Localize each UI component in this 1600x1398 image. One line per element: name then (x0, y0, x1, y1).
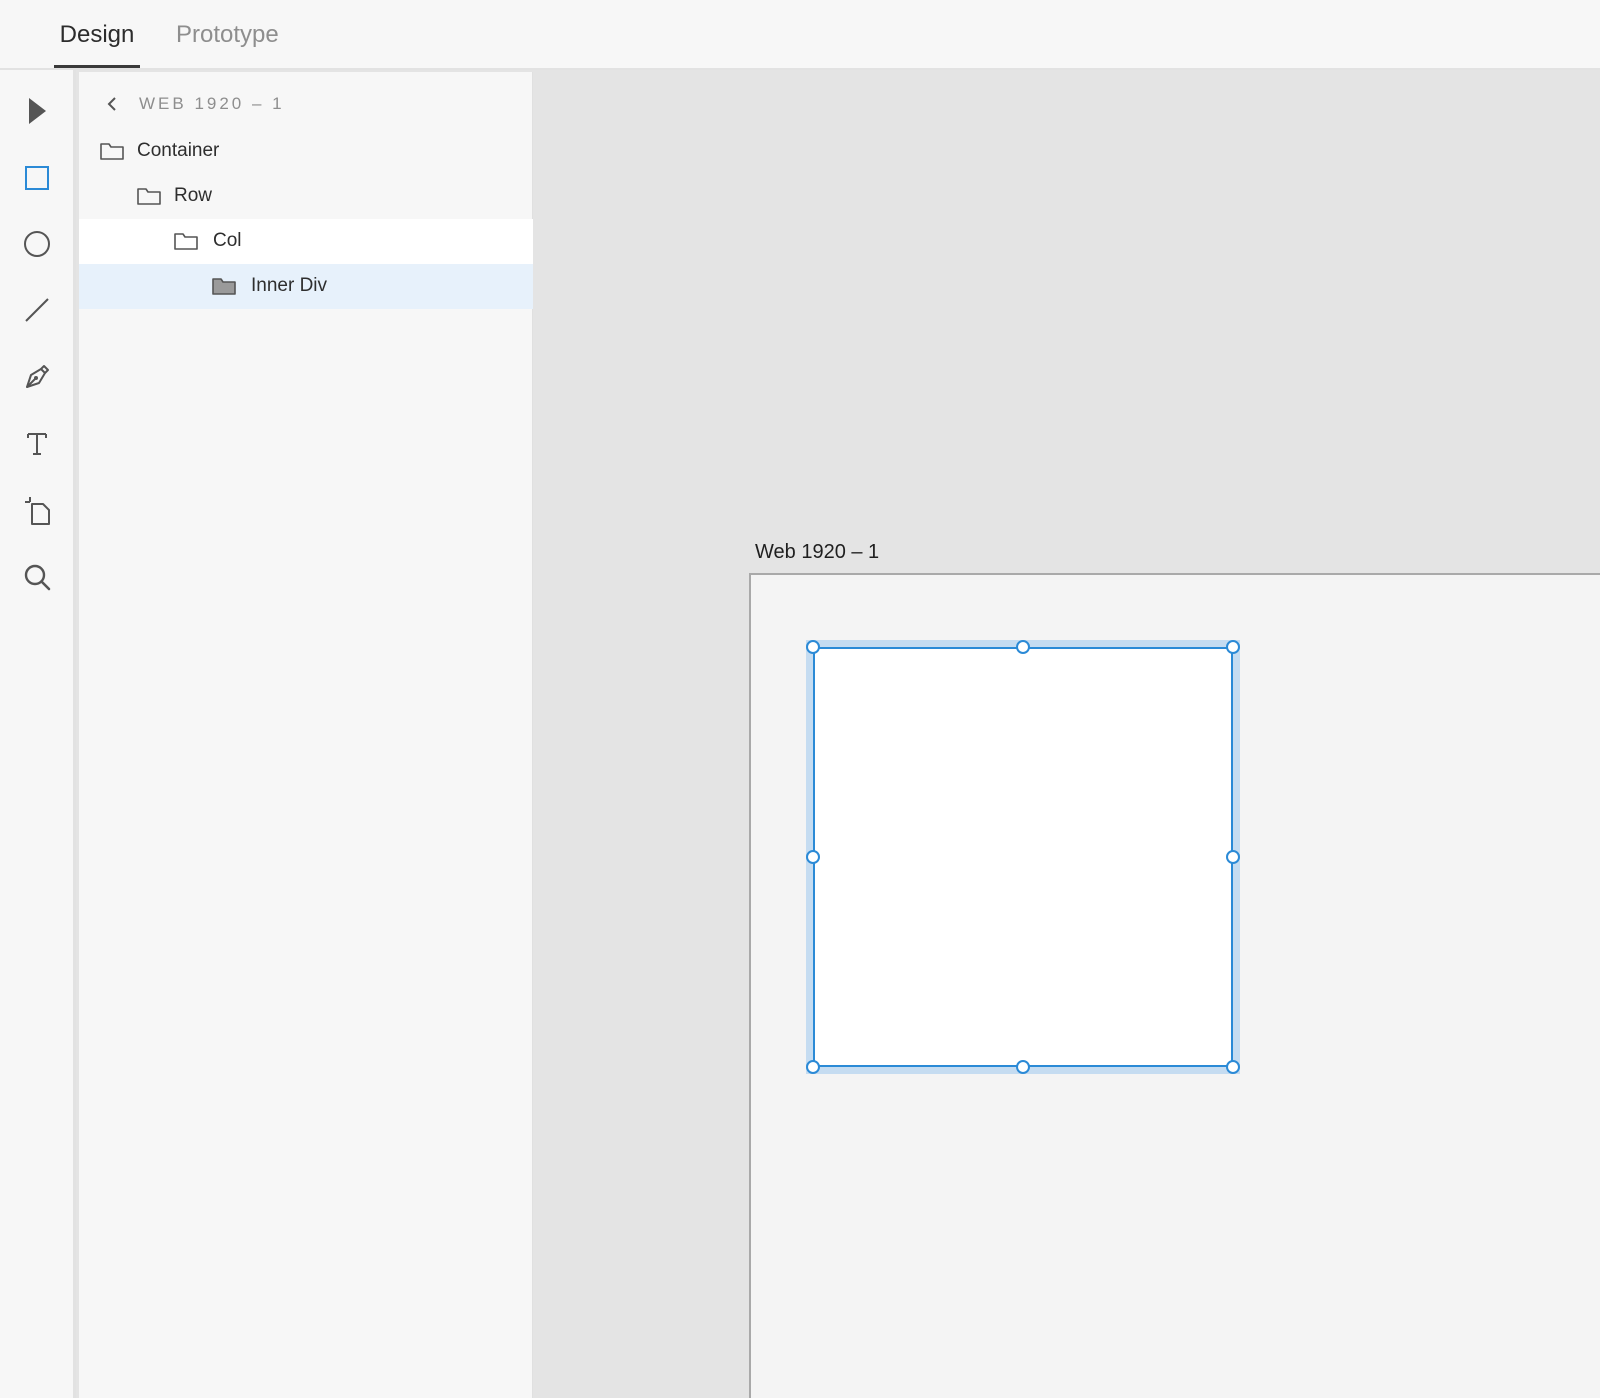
resize-handle-bottom-left[interactable] (806, 1060, 820, 1074)
layer-label: Col (213, 230, 242, 251)
resize-handle-top[interactable] (1016, 640, 1030, 654)
design-canvas[interactable]: Web 1920 – 1 (533, 70, 1600, 1398)
text-icon (27, 433, 47, 455)
zoom-tool-button[interactable] (14, 554, 60, 600)
folder-icon (174, 233, 198, 250)
xd-app-window: Design Prototype WEB 1920 – 1 Container … (0, 0, 1600, 1398)
rectangle-tool-button[interactable] (14, 155, 60, 201)
resize-handle-left[interactable] (806, 850, 820, 864)
selected-element[interactable] (806, 640, 1240, 1074)
resize-handle-top-left[interactable] (806, 640, 820, 654)
layer-row-inner-div[interactable]: Inner Div (79, 264, 533, 309)
pen-tool-button[interactable] (14, 354, 60, 400)
resize-handle-bottom-right[interactable] (1226, 1060, 1240, 1074)
layer-label: Row (174, 185, 213, 206)
folder-icon (100, 143, 124, 160)
resize-handle-bottom[interactable] (1016, 1060, 1030, 1074)
arrow-pointer-icon (29, 98, 46, 124)
text-tool-button[interactable] (14, 421, 60, 467)
tab-prototype[interactable]: Prototype (176, 18, 279, 68)
breadcrumb: WEB 1920 – 1 (79, 86, 533, 122)
rectangle-icon (25, 166, 49, 190)
layer-row-row[interactable]: Row (79, 174, 533, 219)
select-tool-button[interactable] (14, 88, 60, 134)
magnifier-icon (24, 564, 51, 591)
resize-handle-right[interactable] (1226, 850, 1240, 864)
artboard-icon (25, 497, 50, 525)
tool-rail (0, 70, 76, 1398)
ellipse-tool-button[interactable] (14, 221, 60, 267)
folder-filled-icon (212, 278, 236, 295)
breadcrumb-artboard-name[interactable]: WEB 1920 – 1 (139, 92, 285, 116)
inner-div-rectangle[interactable] (813, 647, 1233, 1067)
line-tool-button[interactable] (14, 287, 60, 333)
artboard-tool-button[interactable] (14, 488, 60, 534)
pen-icon (26, 365, 49, 388)
mode-tab-bar: Design Prototype (0, 0, 1600, 70)
layer-row-container[interactable]: Container (79, 129, 533, 174)
chevron-left-icon[interactable] (101, 92, 125, 116)
resize-handle-top-right[interactable] (1226, 640, 1240, 654)
layer-label: Inner Div (251, 275, 328, 296)
layer-label: Container (137, 140, 220, 161)
folder-icon (137, 188, 161, 205)
line-icon (25, 298, 49, 322)
ellipse-icon (24, 231, 50, 257)
tab-design[interactable]: Design (54, 18, 140, 68)
layer-row-col[interactable]: Col (79, 219, 533, 264)
artboard-title[interactable]: Web 1920 – 1 (755, 538, 879, 566)
layers-panel: WEB 1920 – 1 Container Row Col Inner Div (79, 72, 533, 1398)
